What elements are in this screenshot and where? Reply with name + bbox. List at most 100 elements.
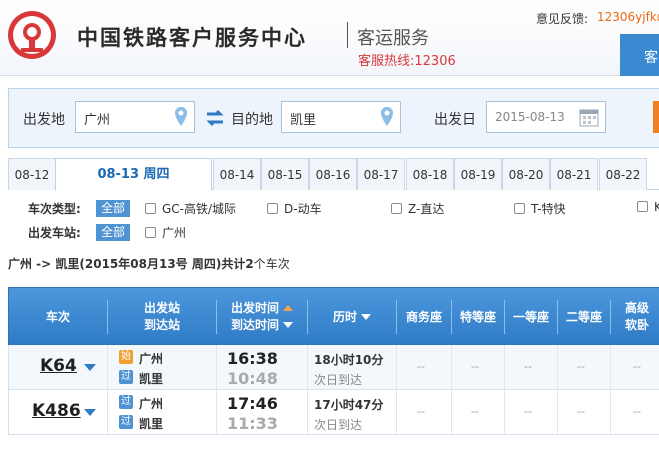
filter-t-checkbox[interactable]: T-特快 — [514, 200, 566, 217]
col-time-arr-label: 到达时间 — [230, 318, 279, 332]
table-row: K486 过 广州 过 凯里 17:46 11:33 17小时47分 次日到达 … — [8, 390, 659, 435]
date-tab[interactable]: 08-15 — [261, 158, 309, 190]
train-type-all-button[interactable]: 全部 — [96, 200, 130, 217]
checkbox-box[interactable] — [145, 203, 156, 214]
col-station-from: 出发站 — [143, 301, 180, 315]
seat-premium: -- — [471, 405, 479, 418]
hotline-text: 客服热线:12306 — [358, 54, 456, 69]
to-station: 凯里 — [139, 372, 164, 386]
date-tab[interactable]: 08-21 — [550, 158, 598, 190]
from-station-input[interactable]: 广州 — [75, 101, 195, 133]
col-first-class: 一等座 — [512, 309, 549, 324]
filter-station-checkbox[interactable]: 广州 — [145, 224, 186, 241]
filter-station-label: 广州 — [162, 226, 187, 240]
expand-stops-icon[interactable] — [84, 409, 96, 416]
station-all-button[interactable]: 全部 — [96, 224, 130, 241]
sort-down-icon[interactable] — [283, 322, 293, 328]
filter-k-checkbox[interactable]: K — [637, 200, 659, 214]
seat-premium: -- — [471, 360, 479, 373]
checkbox-box[interactable] — [267, 203, 278, 214]
seat-business: -- — [417, 360, 425, 373]
sort-up-icon[interactable] — [283, 305, 293, 311]
from-station: 广州 — [139, 352, 164, 366]
china-railway-logo-icon[interactable] — [7, 10, 57, 60]
col-time-dep-label: 出发时间 — [230, 301, 279, 315]
col-times[interactable]: 出发时间 到达时间 — [217, 288, 307, 346]
departure-date-input[interactable]: 2015-08-13 — [486, 101, 606, 133]
expand-stops-icon[interactable] — [84, 364, 96, 371]
date-tab-bar: 08-12 08-13 周四 08-14 08-15 08-16 08-17 0… — [8, 158, 659, 191]
date-tab-active[interactable]: 08-13 周四 — [55, 158, 212, 191]
checkbox-box[interactable] — [391, 203, 402, 214]
filter-gc-label: GC-高铁/城际 — [162, 202, 237, 216]
start-station-badge: 始 — [119, 350, 133, 364]
checkbox-box[interactable] — [514, 203, 525, 214]
to-label: 目的地 — [231, 112, 273, 128]
search-button[interactable] — [653, 101, 659, 133]
date-tab[interactable]: 08-20 — [502, 158, 550, 190]
filter-z-label: Z-直达 — [408, 202, 445, 216]
date-tab[interactable]: 08-19 — [454, 158, 502, 190]
table-row: K64 始 广州 过 凯里 16:38 10:48 18小时10分 次日到达 -… — [8, 345, 659, 390]
pass-station-badge: 过 — [119, 395, 133, 409]
location-pin-icon[interactable] — [174, 106, 188, 128]
col-second-class: 二等座 — [565, 309, 602, 324]
date-tab[interactable]: 08-14 — [213, 158, 261, 190]
site-name: 中国铁路客户服务中心 — [77, 26, 307, 50]
search-panel: 出发地 广州 目的地 凯里 出发日 2015-08-13 — [8, 88, 659, 148]
train-number-link[interactable]: K64 — [40, 356, 77, 376]
col-divider — [557, 345, 558, 389]
pass-station-badge: 过 — [119, 370, 133, 384]
pass-station-badge: 过 — [119, 415, 133, 429]
sort-down-icon[interactable] — [361, 313, 371, 320]
train-number-link[interactable]: K486 — [32, 401, 81, 421]
col-divider — [396, 345, 397, 389]
train-count-suffix: 个车次 — [253, 257, 290, 271]
date-tab[interactable]: 08-16 — [309, 158, 357, 190]
col-station-to: 到达站 — [143, 318, 180, 332]
col-duration[interactable]: 历时 — [308, 288, 396, 346]
swap-stations-icon[interactable] — [205, 109, 225, 127]
col-divider — [557, 390, 558, 434]
from-station: 广州 — [139, 397, 164, 411]
result-summary: 广州 -> 凯里(2015年08月13号 周四)共计2个车次 — [8, 255, 290, 272]
header-divider — [347, 22, 348, 48]
col-divider — [107, 390, 108, 434]
seat-first: -- — [524, 405, 532, 418]
col-divider — [216, 390, 217, 434]
site-header: 中国铁路客户服务中心 客运服务 客服热线:12306 意见反馈: 12306yj… — [0, 0, 659, 76]
train-type-label: 车次类型: — [28, 202, 81, 216]
location-pin-icon[interactable] — [380, 106, 394, 128]
to-station-value: 凯里 — [290, 113, 317, 128]
route-summary: 广州 -> 凯里(2015年08月13号 周四)共计 — [8, 257, 246, 271]
col-time-dep[interactable]: 出发时间 — [231, 300, 293, 317]
date-tab[interactable]: 08-22 — [599, 158, 647, 190]
date-tab[interactable]: 08-18 — [406, 158, 454, 190]
calendar-icon[interactable] — [579, 107, 599, 127]
from-station-value: 广州 — [84, 113, 111, 128]
filter-z-checkbox[interactable]: Z-直达 — [391, 200, 444, 217]
checkbox-box[interactable] — [637, 201, 648, 212]
filter-gc-checkbox[interactable]: GC-高铁/城际 — [145, 200, 236, 217]
results-table-header: 车次 出发站 到达站 出发时间 到达时间 历时 商务座 特等座 一等座 二等座 … — [8, 287, 659, 345]
seat-soft-sleeper: -- — [633, 360, 641, 373]
filter-d-label: D-动车 — [284, 202, 322, 216]
date-tab[interactable]: 08-17 — [357, 158, 405, 190]
train-count: 2 — [245, 257, 254, 271]
col-stations: 出发站 到达站 — [108, 288, 216, 346]
arrival-time: 11:33 — [227, 414, 278, 433]
col-train: 车次 — [45, 309, 70, 324]
to-station-input[interactable]: 凯里 — [281, 101, 401, 133]
col-time-arr[interactable]: 到达时间 — [231, 317, 293, 334]
col-duration-sort[interactable]: 历时 — [333, 309, 371, 326]
col-premium: 特等座 — [459, 309, 496, 324]
col-divider — [107, 345, 108, 389]
col-divider — [610, 345, 611, 389]
nav-tab-passenger[interactable]: 客 — [620, 34, 659, 76]
feedback-email-link[interactable]: 12306yjfk@ — [597, 10, 659, 24]
checkbox-box[interactable] — [145, 227, 156, 238]
col-business: 商务座 — [405, 309, 442, 324]
to-station: 凯里 — [139, 417, 164, 431]
date-tab[interactable]: 08-12 — [8, 158, 56, 190]
filter-d-checkbox[interactable]: D-动车 — [267, 200, 322, 217]
